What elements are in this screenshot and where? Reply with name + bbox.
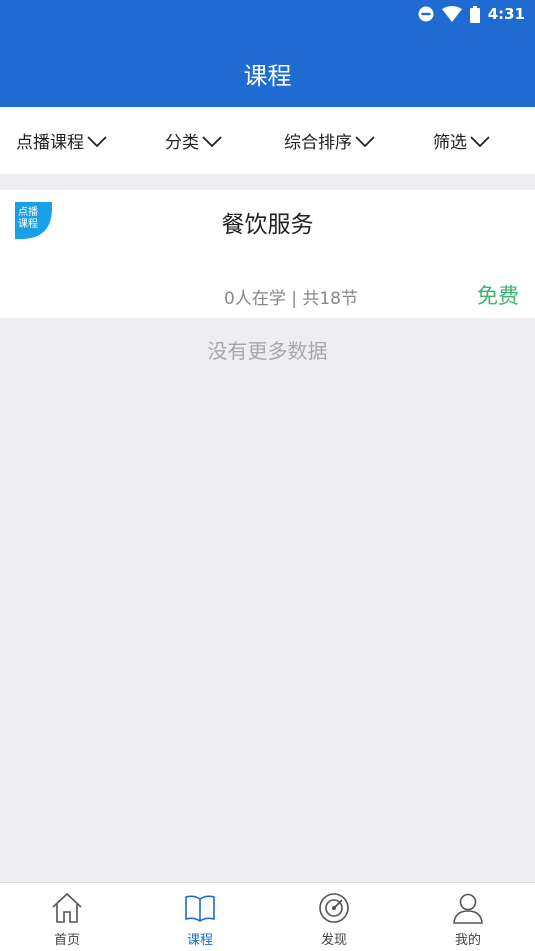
status-icons: 4:31 [418,5,525,23]
tab-label: 发现 [320,933,347,948]
filter-screen[interactable]: 筛选 [433,128,491,153]
dnd-icon [418,6,434,22]
status-time: 4:31 [487,5,525,23]
app-header: 课程 [0,30,535,107]
filter-label: 综合排序 [284,133,352,153]
chevron-down-icon [355,135,375,147]
no-more-data-text: 没有更多数据 [207,339,328,363]
tab-mine[interactable]: 我的 [418,891,518,948]
user-icon [453,893,483,924]
book-icon [185,895,215,922]
filter-label: 点播课程 [16,133,84,153]
tab-label: 课程 [186,933,213,948]
filter-category[interactable]: 分类 [165,128,223,153]
compass-icon [319,893,349,923]
tab-courses[interactable]: 课程 [150,891,250,948]
section-divider [0,174,535,190]
course-title: 餐饮服务 [221,212,314,238]
filter-label: 筛选 [433,133,467,153]
home-icon [52,892,82,923]
tab-discover[interactable]: 发现 [284,891,384,948]
filter-course-type[interactable]: 点播课程 [16,128,108,153]
filter-bar: 点播课程 分类 综合排序 筛选 [0,107,535,174]
page-title: 课程 [243,62,292,90]
filter-sort[interactable]: 综合排序 [284,128,376,153]
status-bar: 4:31 [0,0,535,30]
wifi-icon [441,6,462,22]
chevron-down-icon [202,135,222,147]
filter-label: 分类 [165,133,199,153]
course-meta: 0人在学 | 共18节 [224,289,358,309]
battery-icon [469,5,480,23]
tab-label: 首页 [53,933,80,948]
course-card[interactable]: 点播 课程 餐饮服务 0人在学 | 共18节 免费 [0,190,535,318]
chevron-down-icon [470,135,490,147]
tab-label: 我的 [454,933,481,948]
bottom-tab-bar: 首页 课程 发现 我的 [0,882,535,951]
chevron-down-icon [87,135,107,147]
tab-home[interactable]: 首页 [17,891,117,948]
course-price: 免费 [477,284,519,308]
